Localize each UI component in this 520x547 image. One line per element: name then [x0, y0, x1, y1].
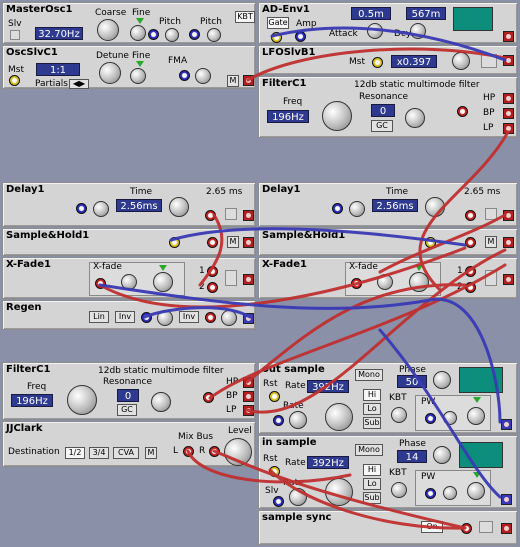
cable-blue[interactable]: [143, 306, 252, 319]
cable-red[interactable]: [245, 248, 507, 414]
cable-blue[interactable]: [270, 26, 507, 62]
cable-red[interactable]: [212, 449, 467, 530]
cable-red[interactable]: [418, 130, 510, 292]
cable-red[interactable]: [378, 213, 507, 274]
cable-red[interactable]: [198, 213, 224, 287]
cable-red[interactable]: [268, 468, 467, 530]
patch-cables: [98, 26, 510, 530]
cable-red[interactable]: [186, 449, 352, 484]
cable-red[interactable]: [246, 47, 507, 82]
cable-blue[interactable]: [378, 328, 502, 499]
